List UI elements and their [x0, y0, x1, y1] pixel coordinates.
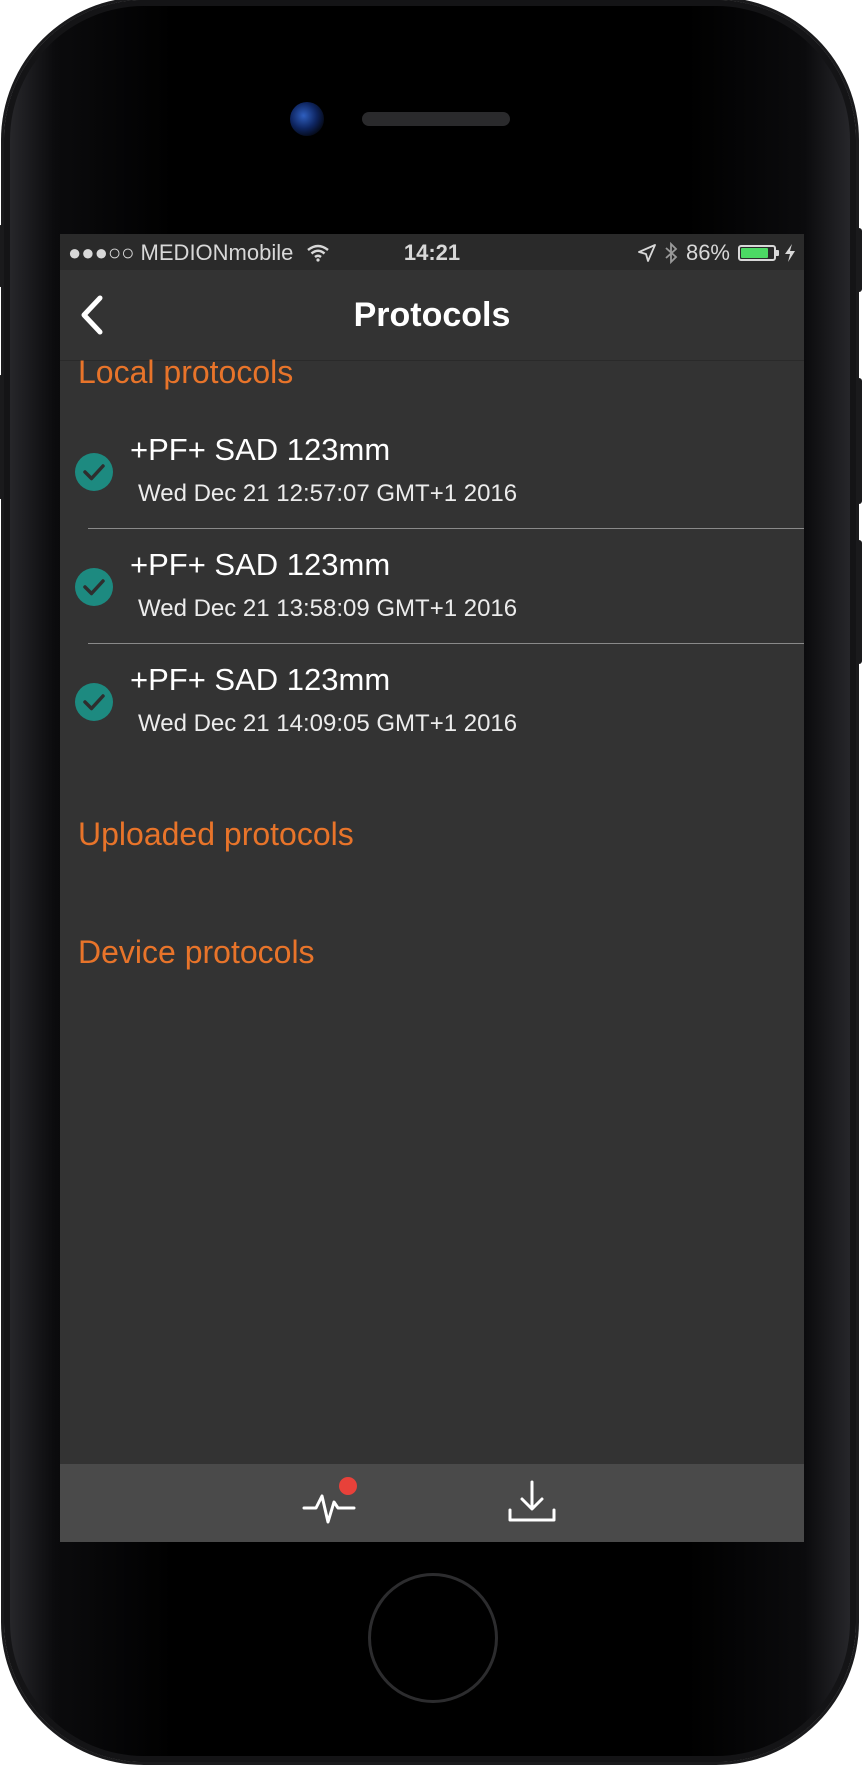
battery-percent: 86% — [685, 240, 730, 265]
pulse-icon — [302, 1477, 357, 1524]
status-bar: ●●●○○ MEDIONmobile 14:21 86% — [60, 234, 804, 270]
section-uploaded-protocols[interactable]: Uploaded protocols — [78, 816, 354, 853]
navigation-bar: Protocols — [60, 270, 804, 361]
check-circle-icon — [75, 568, 113, 606]
earpiece-speaker — [362, 112, 510, 126]
location-arrow-icon — [638, 244, 656, 262]
charging-bolt-icon — [785, 244, 795, 262]
front-camera — [290, 102, 324, 136]
protocol-timestamp: Wed Dec 21 13:58:09 GMT+1 2016 — [138, 595, 518, 622]
volume-down-button — [856, 378, 862, 504]
notification-badge — [339, 1477, 357, 1495]
mute-switch — [0, 225, 4, 287]
protocol-item[interactable]: +PF+ SAD 123mm Wed Dec 21 13:58:09 GMT+1… — [60, 529, 804, 643]
section-device-protocols[interactable]: Device protocols — [78, 934, 315, 971]
volume-up-button — [0, 375, 4, 499]
battery-icon — [738, 245, 779, 261]
tab-download[interactable] — [502, 1476, 562, 1532]
protocol-title: +PF+ SAD 123mm — [130, 662, 391, 697]
download-icon — [508, 1480, 556, 1522]
bluetooth-icon — [665, 242, 678, 264]
battery-fill — [741, 248, 769, 258]
tab-measurements[interactable] — [300, 1476, 360, 1532]
tab-bar — [60, 1464, 804, 1542]
status-right: 86% — [638, 240, 796, 266]
protocol-item[interactable]: +PF+ SAD 123mm Wed Dec 21 12:57:07 GMT+1… — [60, 414, 804, 528]
home-button[interactable] — [368, 1573, 498, 1703]
power-button — [856, 228, 862, 292]
protocol-timestamp: Wed Dec 21 14:09:05 GMT+1 2016 — [138, 710, 518, 737]
section-local-protocols[interactable]: Local protocols — [78, 354, 293, 391]
side-button — [856, 540, 862, 664]
protocol-title: +PF+ SAD 123mm — [130, 432, 391, 467]
check-circle-icon — [75, 453, 113, 491]
protocol-title: +PF+ SAD 123mm — [130, 547, 391, 582]
check-circle-icon — [75, 683, 113, 721]
app-screen: ●●●○○ MEDIONmobile 14:21 86% Protocols L… — [60, 234, 804, 1542]
page-title: Protocols — [353, 296, 511, 334]
protocol-timestamp: Wed Dec 21 12:57:07 GMT+1 2016 — [138, 480, 518, 507]
protocol-item[interactable]: +PF+ SAD 123mm Wed Dec 21 14:09:05 GMT+1… — [60, 644, 804, 758]
